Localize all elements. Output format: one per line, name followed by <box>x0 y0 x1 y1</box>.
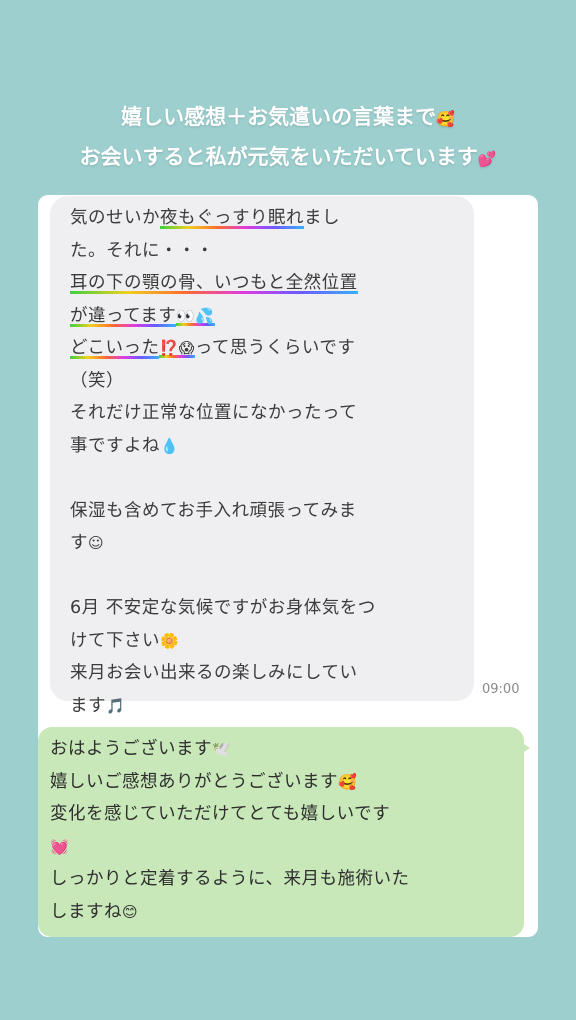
heart-emoji: 💓 <box>50 837 70 856</box>
caption-line-1-text: 嬉しい感想＋お気遣いの言葉まで <box>121 105 437 129</box>
smiling-hearts-emoji: 🥰 <box>338 772 358 791</box>
droplet-emoji: 💧 <box>160 436 180 455</box>
message-line: 事ですよね💧 <box>70 435 180 456</box>
message-timestamp: 09:00 <box>482 682 520 697</box>
message-line: 気のせいか夜もぐっすり眠れまし <box>70 208 340 229</box>
dove-emoji: 🕊️ <box>212 740 232 758</box>
message-line: 嬉しいご感想ありがとうございます🥰 <box>50 771 358 792</box>
exclamation-scream-emoji: ⁉️😱 <box>159 339 195 358</box>
blush-emoji: 😊 <box>122 902 139 921</box>
message-line: 💓 <box>50 831 510 864</box>
eyes-sweat-emoji: 👀💦 <box>176 306 215 326</box>
message-line: どこいった⁉️😱って思うくらいです <box>70 338 356 359</box>
caption-line-2: お会いすると私が元気をいただいています💕 <box>0 138 576 178</box>
message-line: ます🎵 <box>70 695 126 716</box>
message-line: 来月お会い出来るの楽しみにしてい <box>70 663 358 683</box>
message-line: が違ってます👀💦 <box>70 300 456 333</box>
highlighted-text: 夜もぐっすり眠れ <box>160 208 304 229</box>
smiling-hearts-emoji: 🥰 <box>436 110 455 128</box>
outgoing-message-bubble[interactable]: おはようございます🕊️ 嬉しいご感想ありがとうございます🥰 変化を感じていただけ… <box>38 727 524 937</box>
message-line: す☺ <box>70 533 105 553</box>
caption-line-2-text: お会いすると私が元気をいただいています <box>79 145 478 169</box>
highlighted-text: どこいった <box>70 338 160 359</box>
smile-emoji: ☺ <box>88 534 105 552</box>
message-line: しますね😊 <box>50 901 139 922</box>
message-line: た。それに・・・ <box>70 240 214 261</box>
highlighted-text: が違ってます <box>70 305 177 327</box>
story-caption: 嬉しい感想＋お気遣いの言葉まで🥰 お会いすると私が元気をいただいています💕 <box>0 98 576 178</box>
message-line: しっかりと定着するように、来月も施術いた <box>50 869 410 889</box>
message-line: 耳の下の顎の骨、いつもと全然位置 <box>70 267 456 300</box>
message-line: （笑） <box>70 370 124 391</box>
music-note-emoji: 🎵 <box>106 696 126 715</box>
incoming-message-bubble[interactable]: 気のせいか夜もぐっすり眠れまし た。それに・・・ 耳の下の顎の骨、いつもと全然位… <box>50 196 474 716</box>
message-line: 6月 不安定な気候ですがお身体気をつ <box>70 598 376 618</box>
two-hearts-emoji: 💕 <box>477 150 497 168</box>
caption-line-1: 嬉しい感想＋お気遣いの言葉まで🥰 <box>0 98 576 138</box>
flower-emoji: 🌼 <box>160 631 180 650</box>
message-line: けて下さい🌼 <box>70 630 180 651</box>
message-line: 保湿も含めてお手入れ頑張ってみま <box>70 500 357 521</box>
message-line: 変化を感じていただけてとても嬉しいです <box>50 804 391 824</box>
message-line: おはようございます🕊️ <box>50 739 232 759</box>
message-line: それだけ正常な位置になかったって <box>70 403 358 423</box>
highlighted-text: 耳の下の顎の骨、いつもと全然位置 <box>70 273 358 294</box>
